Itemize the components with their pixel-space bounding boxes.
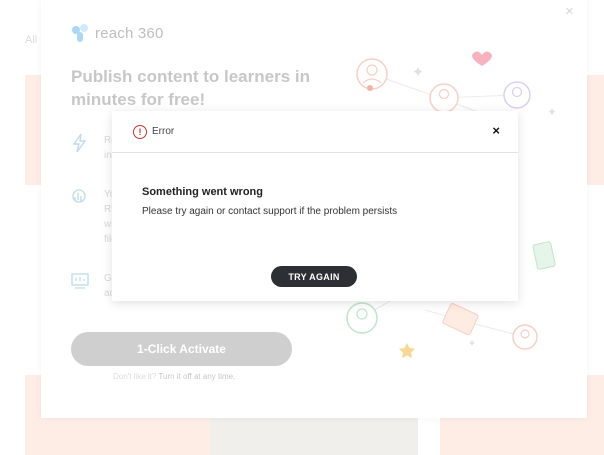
try-again-button[interactable]: TRY AGAIN <box>271 266 357 287</box>
error-heading: Something went wrong <box>142 186 263 198</box>
error-dialog: ! Error × Something went wrong Please tr… <box>112 111 518 301</box>
error-alert-icon: ! <box>133 124 147 139</box>
error-dialog-header: ! Error <box>112 111 518 153</box>
error-message: Please try again or contact support if t… <box>142 206 398 217</box>
error-dialog-title: Error <box>152 126 175 137</box>
error-close-icon[interactable]: × <box>492 123 500 138</box>
